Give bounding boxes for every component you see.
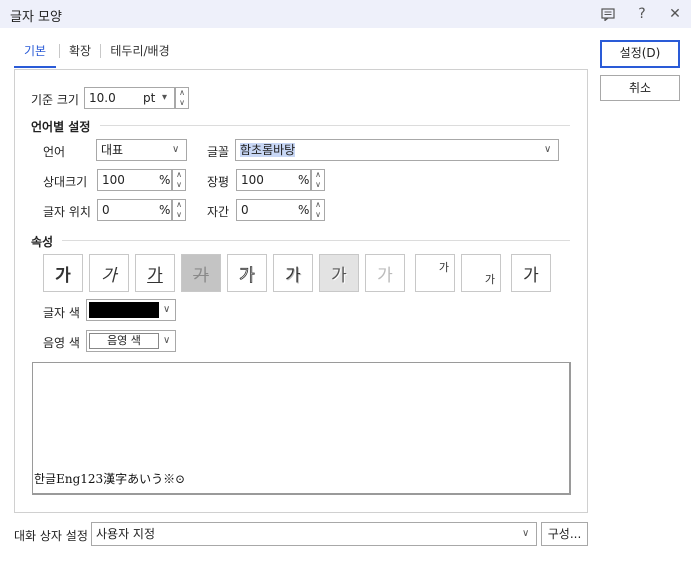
- dialog-setting-select[interactable]: 사용자 지정 ∨: [91, 522, 537, 546]
- emboss-button[interactable]: 가: [319, 254, 359, 292]
- section-divider: [62, 240, 570, 241]
- relative-size-label: 상대크기: [43, 175, 88, 189]
- bold-button[interactable]: 가: [43, 254, 83, 292]
- char-position-value: 0: [102, 203, 110, 217]
- font-label: 글꼴: [207, 145, 230, 159]
- subscript-button[interactable]: 가: [461, 254, 501, 292]
- char-position-input[interactable]: 0 %: [97, 199, 172, 221]
- underline-button[interactable]: 가: [135, 254, 175, 292]
- shade-color-picker[interactable]: 음영 색 ∨: [86, 330, 176, 352]
- chevron-up-icon[interactable]: ∧: [176, 88, 188, 98]
- base-size-label: 기준 크기: [31, 93, 79, 107]
- tab-basic[interactable]: 기본: [14, 38, 56, 68]
- strikethrough-button[interactable]: 가: [181, 254, 221, 292]
- width-ratio-input[interactable]: 100 %: [236, 169, 311, 191]
- engrave-button[interactable]: 가: [365, 254, 405, 292]
- chevron-up-icon[interactable]: ∧: [312, 200, 324, 210]
- text-color-picker[interactable]: ∨: [86, 299, 176, 321]
- chevron-down-icon[interactable]: ∨: [522, 523, 529, 545]
- width-ratio-label: 장평: [207, 175, 230, 189]
- char-position-stepper[interactable]: ∧ ∨: [172, 199, 186, 221]
- char-position-unit: %: [159, 203, 171, 217]
- chevron-down-icon[interactable]: ▾: [162, 88, 167, 108]
- chevron-down-icon[interactable]: ∨: [173, 180, 185, 190]
- ok-button[interactable]: 설정(D): [600, 40, 680, 68]
- width-ratio-value: 100: [241, 173, 264, 187]
- section-divider: [100, 125, 570, 126]
- base-size-unit: pt: [143, 91, 156, 105]
- base-size-stepper[interactable]: ∧ ∨: [175, 87, 189, 109]
- outline-button[interactable]: 가: [227, 254, 267, 292]
- shade-color-swatch: 음영 색: [89, 333, 159, 349]
- chevron-down-icon[interactable]: ∨: [163, 331, 170, 351]
- spacing-stepper[interactable]: ∧ ∨: [311, 199, 325, 221]
- tab-border-background[interactable]: 테두리/배경: [108, 38, 172, 68]
- normal-text-button[interactable]: 가: [511, 254, 551, 292]
- shade-color-label: 음영 색: [43, 336, 80, 350]
- language-label: 언어: [43, 145, 66, 159]
- close-icon[interactable]: ✕: [664, 4, 686, 24]
- chevron-down-icon[interactable]: ∨: [163, 300, 170, 320]
- chevron-up-icon[interactable]: ∧: [312, 170, 324, 180]
- title-bar: [0, 0, 691, 28]
- font-value: 함초롬바탕: [240, 143, 296, 157]
- dialog-setting-label: 대화 상자 설정: [14, 529, 88, 543]
- tab-divider: [100, 44, 101, 58]
- text-color-label: 글자 색: [43, 306, 80, 320]
- language-select[interactable]: 대표 ∨: [96, 139, 187, 161]
- comment-icon[interactable]: [597, 4, 619, 24]
- language-value: 대표: [101, 143, 124, 157]
- width-ratio-unit: %: [298, 173, 310, 187]
- spacing-input[interactable]: 0 %: [236, 199, 311, 221]
- relative-size-value: 100: [102, 173, 125, 187]
- preview-box: 한글Eng123漢字あいう※⊙: [32, 362, 571, 495]
- tab-extended[interactable]: 확장: [64, 38, 96, 68]
- lang-settings-header: 언어별 설정: [31, 120, 91, 134]
- spacing-value: 0: [241, 203, 249, 217]
- chevron-down-icon[interactable]: ∨: [176, 98, 188, 108]
- relative-size-input[interactable]: 100 %: [97, 169, 172, 191]
- attributes-header: 속성: [31, 235, 54, 249]
- chevron-down-icon[interactable]: ∨: [312, 210, 324, 220]
- cancel-button[interactable]: 취소: [600, 75, 680, 101]
- base-size-value: 10.0: [89, 91, 116, 105]
- chevron-down-icon[interactable]: ∨: [172, 140, 179, 160]
- window-title: 글자 모양: [10, 10, 62, 25]
- configure-button[interactable]: 구성...: [541, 522, 588, 546]
- text-color-swatch: [89, 302, 159, 318]
- font-select[interactable]: 함초롬바탕 ∨: [235, 139, 559, 161]
- superscript-button[interactable]: 가: [415, 254, 455, 292]
- char-position-label: 글자 위치: [43, 205, 91, 219]
- chevron-down-icon[interactable]: ∨: [544, 140, 551, 160]
- width-ratio-stepper[interactable]: ∧ ∨: [311, 169, 325, 191]
- help-icon[interactable]: ?: [631, 4, 653, 24]
- relative-size-unit: %: [159, 173, 171, 187]
- spacing-unit: %: [298, 203, 310, 217]
- preview-text: 한글Eng123漢字あいう※⊙: [34, 472, 186, 486]
- shadow-button[interactable]: 가: [273, 254, 313, 292]
- chevron-up-icon[interactable]: ∧: [173, 170, 185, 180]
- spacing-label: 자간: [207, 205, 230, 219]
- chevron-down-icon[interactable]: ∨: [312, 180, 324, 190]
- italic-button[interactable]: 가: [89, 254, 129, 292]
- relative-size-stepper[interactable]: ∧ ∨: [172, 169, 186, 191]
- chevron-up-icon[interactable]: ∧: [173, 200, 185, 210]
- tab-divider: [59, 44, 60, 58]
- dialog-setting-value: 사용자 지정: [96, 527, 156, 541]
- chevron-down-icon[interactable]: ∨: [173, 210, 185, 220]
- base-size-input[interactable]: 10.0 pt ▾: [84, 87, 175, 109]
